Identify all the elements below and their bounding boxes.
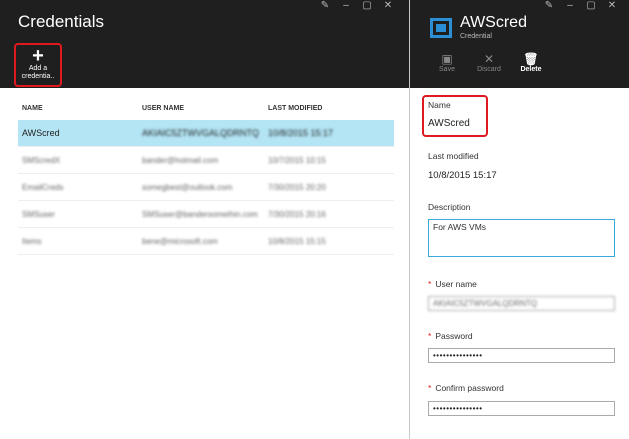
maximize-icon[interactable]: ▢ (586, 1, 596, 11)
credentials-header: Credentials ✎ – ▢ ✕ + Add a credentia.. (0, 0, 409, 88)
credentials-blade: Credentials ✎ – ▢ ✕ + Add a credentia.. … (0, 0, 410, 439)
pin-icon[interactable]: ✎ (320, 1, 330, 11)
user-name-field[interactable]: AKIAIC5ZTWVGALQDRNTQ (428, 296, 615, 311)
save-button[interactable]: ▣ Save (427, 52, 467, 73)
add-credential-label-1: Add a (28, 65, 48, 72)
save-label: Save (439, 66, 455, 73)
password-field[interactable]: ••••••••••••••• (428, 348, 615, 363)
cell-name: SMScredX (22, 155, 61, 165)
blade-title: Credentials (18, 12, 104, 31)
confirm-password-label: * Confirm password (428, 383, 504, 393)
cell-user: SMSuser@bandersomethin.com (142, 209, 258, 219)
table-row[interactable]: SMSuser SMSuser@bandersomethin.com 7/30/… (18, 201, 394, 228)
table-row-selected[interactable]: AWScred AKIAIC5ZTWVGALQDRNTQ 10/8/2015 1… (18, 120, 394, 147)
credential-detail-header: ✎ – ▢ ✕ AWScred Credential ▣ Save ✕ Disc… (410, 0, 629, 88)
cell-name: Items (22, 236, 42, 246)
minimize-icon[interactable]: – (341, 1, 351, 11)
cell-modified: 7/30/2015 20:20 (268, 182, 326, 192)
cell-name: SMSuser (22, 209, 55, 219)
cell-modified: 10/8/2015 15:17 (268, 128, 334, 138)
cell-modified: 10/7/2015 10:15 (268, 155, 326, 165)
credentials-grid: NAME USER NAME LAST MODIFIED AWScred AKI… (18, 96, 394, 255)
trash-icon: 🗑 (523, 52, 539, 66)
save-icon: ▣ (441, 52, 453, 66)
discard-button[interactable]: ✕ Discard (469, 52, 509, 73)
user-name-label-text: User name (435, 279, 477, 289)
required-mark: * (428, 331, 432, 341)
plus-icon: + (32, 45, 44, 67)
close-icon[interactable]: ✕ (383, 1, 393, 11)
required-mark: * (428, 383, 432, 393)
table-row[interactable]: SMScredX bander@hotmail.com 10/7/2015 10… (18, 147, 394, 174)
cell-name: AWScred (22, 128, 60, 138)
delete-label: Delete (520, 66, 542, 73)
required-mark: * (428, 279, 432, 289)
confirm-password-label-text: Confirm password (435, 383, 504, 393)
cell-modified: 7/30/2015 20:16 (268, 209, 326, 219)
cell-user: AKIAIC5ZTWVGALQDRNTQ (142, 128, 260, 138)
last-modified-label: Last modified (428, 151, 479, 161)
resource-title: AWScred (460, 14, 527, 31)
discard-icon: ✕ (483, 52, 495, 66)
name-value: AWScred (428, 118, 470, 129)
last-modified-value: 10/8/2015 15:17 (428, 170, 497, 181)
maximize-icon[interactable]: ▢ (362, 1, 372, 11)
cell-user: somegbest@outlook.com (142, 182, 233, 192)
close-icon[interactable]: ✕ (607, 1, 617, 11)
delete-button[interactable]: 🗑 Delete (511, 52, 551, 73)
cell-name: EmailCreds (22, 182, 64, 192)
column-last-modified[interactable]: LAST MODIFIED (268, 105, 388, 112)
discard-label: Discard (477, 66, 501, 73)
grid-header: NAME USER NAME LAST MODIFIED (18, 96, 394, 120)
password-label: * Password (428, 331, 473, 341)
column-name[interactable]: NAME (18, 105, 142, 112)
pin-icon[interactable]: ✎ (544, 1, 554, 11)
description-label: Description (428, 202, 471, 212)
add-credential-label-2: credentia.. (21, 73, 55, 80)
window-controls: ✎ – ▢ ✕ (544, 1, 617, 11)
column-user-name[interactable]: USER NAME (142, 105, 268, 112)
user-name-label: * User name (428, 279, 477, 289)
add-credential-button[interactable]: + Add a credentia.. (14, 43, 62, 87)
resource-subtitle: Credential (460, 33, 492, 40)
cell-user: bander@hotmail.com (142, 155, 219, 165)
description-field[interactable]: For AWS VMs (428, 219, 615, 257)
credential-detail-blade: ✎ – ▢ ✕ AWScred Credential ▣ Save ✕ Disc… (410, 0, 629, 439)
confirm-password-field[interactable]: ••••••••••••••• (428, 401, 615, 416)
cell-modified: 10/8/2015 15:15 (268, 236, 326, 246)
password-label-text: Password (435, 331, 473, 341)
minimize-icon[interactable]: – (565, 1, 575, 11)
credential-icon (430, 18, 452, 38)
name-label: Name (428, 100, 451, 110)
table-row[interactable]: EmailCreds somegbest@outlook.com 7/30/20… (18, 174, 394, 201)
table-row[interactable]: Items bene@microsoft.com 10/8/2015 15:15 (18, 228, 394, 255)
window-controls: ✎ – ▢ ✕ (320, 1, 393, 11)
cell-user: bene@microsoft.com (142, 236, 218, 246)
